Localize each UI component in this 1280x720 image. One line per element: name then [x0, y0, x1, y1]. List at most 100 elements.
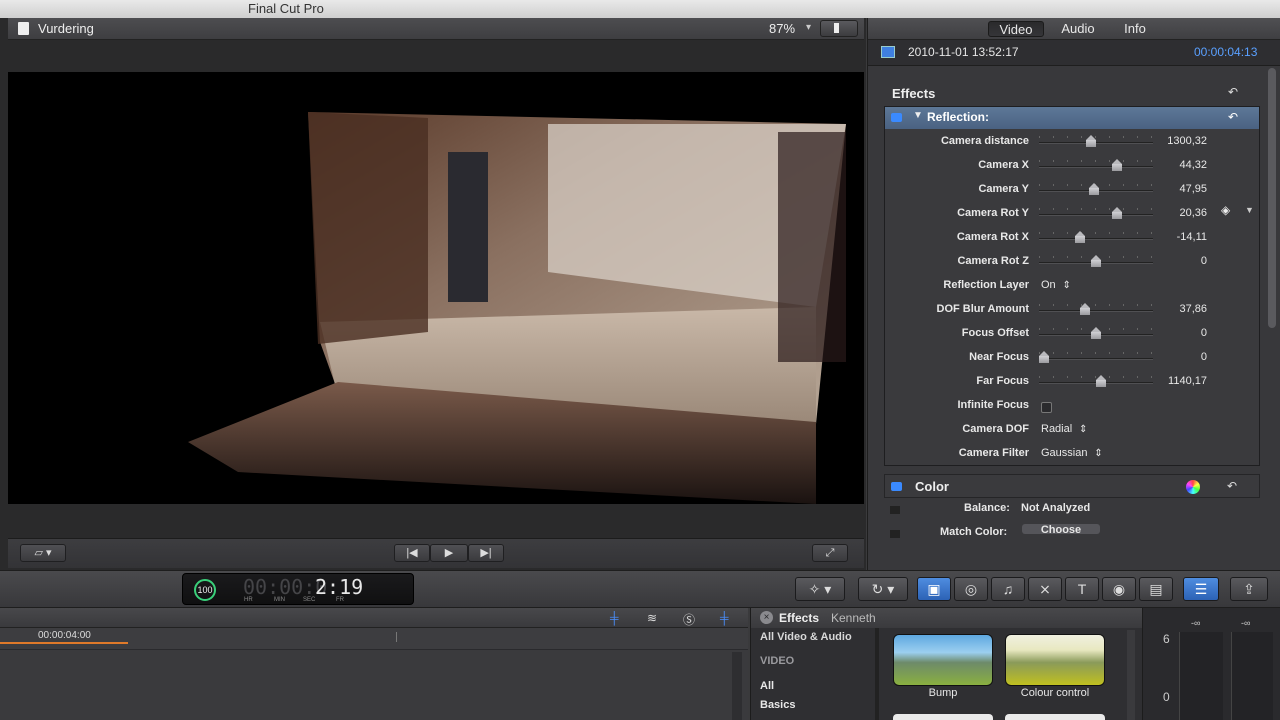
- timeline-scrollbar[interactable]: [732, 652, 742, 720]
- tab-audio[interactable]: Audio: [1052, 21, 1104, 37]
- category-divider: [875, 628, 879, 720]
- photo-browser-button[interactable]: ◎: [954, 577, 988, 601]
- themes-button[interactable]: ▤: [1139, 577, 1173, 601]
- balance-checkbox[interactable]: [890, 506, 900, 514]
- go-to-end-button[interactable]: ▶|: [468, 544, 504, 562]
- slider-knob[interactable]: [1085, 135, 1096, 147]
- app-title-bar: Final Cut Pro: [0, 0, 1280, 18]
- thumbnail-colour-control-label: Colour control: [1020, 687, 1090, 699]
- param-row: Camera Y 47,95: [885, 179, 1275, 203]
- slider-knob[interactable]: [1088, 183, 1099, 195]
- video-canvas[interactable]: [8, 72, 864, 504]
- param-value[interactable]: 0: [1135, 255, 1207, 267]
- main-toolbar: 100 00:00:0 2:19 HR MIN SEC FR ✧ ▾ ↻ ▾ ▣…: [0, 570, 1280, 608]
- param-row: Camera distance 1300,32: [885, 131, 1275, 155]
- match-color-checkbox[interactable]: [890, 530, 900, 538]
- color-header[interactable]: Color ↶: [884, 474, 1260, 498]
- param-label: Infinite Focus: [957, 399, 1030, 411]
- tab-info[interactable]: Info: [1112, 21, 1158, 37]
- slider-knob[interactable]: [1096, 375, 1107, 387]
- slider-knob[interactable]: [1091, 255, 1101, 267]
- music-browser-button[interactable]: ♫: [991, 577, 1025, 601]
- browser-scrollbar[interactable]: [1127, 630, 1135, 720]
- slider-knob[interactable]: [1079, 303, 1090, 315]
- reflection-header[interactable]: ▼ Reflection: ↶: [885, 107, 1259, 129]
- param-value[interactable]: 1140,17: [1135, 375, 1207, 387]
- param-value[interactable]: 20,36: [1135, 207, 1207, 219]
- timeline-ruler[interactable]: 00:00:04:00: [0, 628, 748, 650]
- thumbnail-next-2[interactable]: [1005, 714, 1105, 720]
- sign-panel: [778, 132, 846, 362]
- category-all-video-audio[interactable]: All Video & Audio: [760, 631, 852, 643]
- reset-color-icon[interactable]: ↶: [1227, 479, 1237, 493]
- thumbnail-colour-control[interactable]: [1005, 634, 1105, 686]
- param-row: Reflection Layer On ⇕: [885, 275, 1275, 299]
- param-popup[interactable]: On ⇕: [1041, 279, 1071, 291]
- param-checkbox[interactable]: [1041, 402, 1052, 413]
- param-value[interactable]: 1300,32: [1135, 135, 1207, 147]
- clip-name: Vurdering: [38, 21, 94, 36]
- reset-effects-icon[interactable]: ↶: [1228, 85, 1238, 99]
- go-to-start-button[interactable]: |◀: [394, 544, 430, 562]
- enable-checkbox[interactable]: [891, 113, 902, 122]
- viewer-panel: Vurdering 87% ▾ ▱ ▾ |◀ ▶ ▶| ⤢: [0, 18, 866, 570]
- keyframe-menu-icon[interactable]: ▼: [1245, 205, 1254, 215]
- snapping-icon[interactable]: ╪: [720, 611, 729, 625]
- titles-button[interactable]: T: [1065, 577, 1099, 601]
- transform-tools-button[interactable]: ▱ ▾: [20, 544, 66, 562]
- slider-knob[interactable]: [1111, 207, 1122, 219]
- unit-hr: HR: [244, 597, 253, 603]
- slider-knob[interactable]: [1091, 327, 1101, 339]
- param-row: Infinite Focus: [885, 395, 1275, 419]
- view-options-button[interactable]: [820, 20, 858, 37]
- tab-video[interactable]: Video: [988, 21, 1044, 37]
- share-button[interactable]: ⇪: [1230, 577, 1268, 601]
- disclosure-triangle-icon[interactable]: ▼: [913, 110, 923, 121]
- retime-button[interactable]: ↻ ▾: [858, 577, 908, 601]
- effects-browser-button[interactable]: ☰: [1183, 577, 1219, 601]
- audio-skimming-icon[interactable]: ≋: [647, 611, 657, 625]
- category-basics[interactable]: Basics: [760, 699, 795, 711]
- thumbnail-bump[interactable]: [893, 634, 993, 686]
- param-row: Camera Filter Gaussian ⇕: [885, 443, 1275, 467]
- param-label: Focus Offset: [961, 327, 1029, 339]
- param-value[interactable]: 47,95: [1135, 183, 1207, 195]
- play-button[interactable]: ▶: [430, 544, 468, 562]
- param-value[interactable]: 44,32: [1135, 159, 1207, 171]
- transitions-button[interactable]: ⨯: [1028, 577, 1062, 601]
- color-wheel-icon[interactable]: [1186, 480, 1200, 494]
- param-popup[interactable]: Gaussian ⇕: [1041, 447, 1103, 459]
- param-popup[interactable]: Radial ⇕: [1041, 423, 1087, 435]
- reflection-effect-box: ▼ Reflection: ↶ Camera distance 1300,32 Ca…: [884, 106, 1260, 466]
- skimming-icon[interactable]: ╪: [610, 611, 619, 625]
- clip-icon: [18, 22, 29, 35]
- category-list: All Video & Audio VIDEO All Basics: [751, 628, 873, 720]
- inspector-toggle-button[interactable]: ▣: [917, 577, 951, 601]
- generators-button[interactable]: ◉: [1102, 577, 1136, 601]
- timeline-panel[interactable]: ╪ ≋ Ⓢ ╪ 00:00:04:00: [0, 608, 748, 720]
- inspector-scroll-area[interactable]: Effects ↶ ▼ Reflection: ↶ Camera distanc…: [884, 80, 1262, 570]
- slider-knob[interactable]: [1111, 159, 1122, 171]
- inspector-scrollbar[interactable]: [1268, 68, 1276, 328]
- param-value[interactable]: 0: [1135, 351, 1207, 363]
- choose-button[interactable]: Choose: [1022, 524, 1100, 534]
- param-value[interactable]: -14,11: [1135, 231, 1207, 243]
- ruler-time: 00:00:04:00: [38, 630, 91, 641]
- thumbnail-next-1[interactable]: [893, 714, 993, 720]
- slider-knob[interactable]: [1075, 231, 1086, 243]
- keyframe-icon[interactable]: ◈: [1221, 203, 1230, 217]
- close-icon[interactable]: ×: [760, 611, 773, 624]
- fullscreen-button[interactable]: ⤢: [812, 544, 848, 562]
- reset-reflection-icon[interactable]: ↶: [1228, 110, 1238, 124]
- param-value[interactable]: 0: [1135, 327, 1207, 339]
- slider-knob[interactable]: [1039, 351, 1049, 363]
- param-popup-value: Gaussian: [1041, 447, 1088, 459]
- zoom-level[interactable]: 87%: [769, 21, 795, 36]
- param-value[interactable]: 37,86: [1135, 303, 1207, 315]
- color-enable-checkbox[interactable]: [891, 482, 902, 491]
- solo-icon[interactable]: Ⓢ: [683, 611, 695, 628]
- zoom-dropdown-icon[interactable]: ▾: [806, 22, 811, 33]
- magic-wand-button[interactable]: ✧ ▾: [795, 577, 845, 601]
- category-all[interactable]: All: [760, 680, 774, 692]
- param-row: Near Focus 0: [885, 347, 1275, 371]
